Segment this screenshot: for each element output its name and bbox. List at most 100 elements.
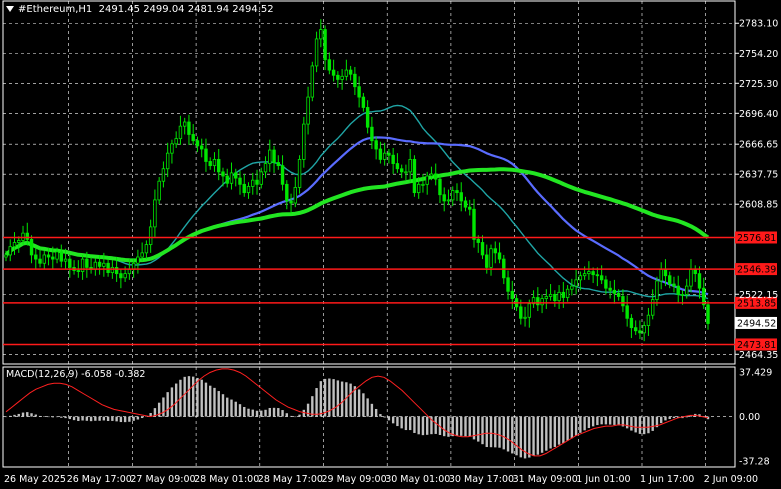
candle-body — [429, 173, 434, 177]
candle-body — [655, 280, 659, 301]
candle-body — [421, 183, 425, 186]
candle-body — [357, 86, 361, 98]
macd-histogram-bar — [532, 416, 535, 456]
candle-body — [344, 69, 349, 77]
horizontal-levels: 2576.812546.392513.852473.81 — [3, 231, 777, 351]
macd-histogram-bar — [634, 416, 637, 433]
macd-histogram-bar — [200, 379, 203, 417]
macd-histogram-bar — [613, 416, 616, 425]
candle-body — [472, 208, 476, 240]
macd-histogram-bar — [170, 387, 174, 417]
macd-histogram-bar — [298, 414, 301, 417]
candle-body — [557, 291, 561, 302]
candle-body — [612, 289, 617, 294]
candle-body — [378, 148, 383, 160]
macd-histogram-bar — [638, 416, 642, 434]
macd-histogram-bar — [183, 376, 186, 417]
macd-label: MACD(12,26,9) -6.058 -0.382 — [6, 369, 146, 380]
macd-histogram-bar — [502, 416, 505, 450]
candle-body — [259, 171, 263, 185]
candle-body — [51, 256, 55, 260]
candle-body — [148, 226, 153, 245]
price-axis-label: 2522.15 — [739, 290, 778, 301]
candle-body — [127, 269, 132, 275]
macd-histogram-bar — [277, 408, 280, 417]
macd-histogram-bar — [362, 393, 365, 417]
candle-body — [493, 248, 497, 254]
macd-histogram-bar — [485, 416, 488, 448]
macd-histogram-bar — [209, 385, 212, 417]
candle-body — [157, 180, 161, 201]
price-chart[interactable]: 2576.812546.392513.852473.81 26 May 2025… — [0, 0, 781, 489]
candle-body — [693, 269, 697, 275]
macd-histogram-bar — [468, 416, 471, 437]
macd-histogram-bar — [89, 416, 93, 422]
candle-body — [663, 269, 668, 277]
macd-histogram-bar — [370, 403, 374, 417]
macd-histogram-bar — [664, 416, 667, 421]
macd-histogram-bar — [285, 413, 288, 417]
candle-body — [242, 183, 246, 194]
macd-histogram-bar — [132, 416, 135, 421]
macd-histogram-bar — [13, 414, 16, 417]
candle-body — [348, 69, 353, 75]
macd-histogram-bar — [26, 412, 29, 417]
macd-histogram-bar — [106, 416, 110, 422]
macd-histogram-bar — [383, 416, 386, 418]
macd-histogram-bar — [21, 412, 25, 417]
macd-histogram-bar — [443, 416, 446, 437]
candle-body — [365, 107, 370, 128]
macd-histogram-bar — [123, 416, 127, 423]
candlestick-series — [4, 19, 710, 342]
macd-histogram-bar — [391, 416, 395, 424]
macd-histogram-bar — [47, 416, 50, 418]
time-axis-label: 2 Jun 09:00 — [704, 474, 758, 485]
candle-body — [540, 298, 544, 306]
candle-body — [25, 232, 29, 240]
candle-body — [438, 178, 442, 196]
candle-body — [646, 314, 651, 326]
candle-body — [633, 327, 638, 332]
macd-histogram-bar — [102, 416, 106, 421]
candle-body — [527, 303, 532, 318]
candle-body — [323, 29, 327, 61]
candle-body — [578, 275, 583, 281]
price-axis-label: 2725.30 — [739, 79, 778, 90]
candle-body — [276, 162, 280, 167]
candle-body — [178, 125, 183, 140]
candle-body — [672, 283, 676, 287]
macd-histogram-bar — [311, 396, 314, 417]
axes: 26 May 2025 26 May 17:0027 May 09:0028 Ma… — [4, 19, 778, 485]
candle-body — [289, 200, 293, 204]
macd-histogram-bar — [400, 416, 403, 429]
candle-body — [455, 190, 459, 194]
macd-histogram-bar — [213, 387, 216, 417]
candle-body — [336, 74, 340, 80]
candle-body — [285, 183, 289, 202]
candle-body — [110, 267, 115, 274]
candle-body — [76, 270, 81, 272]
macd-histogram-bar — [574, 416, 578, 436]
candle-body — [361, 96, 366, 108]
macd-histogram-bar — [226, 397, 229, 417]
candle-body — [331, 69, 336, 76]
candle-body — [144, 244, 149, 254]
macd-histogram-bar — [192, 376, 195, 417]
candle-body — [38, 258, 42, 264]
candle-body — [395, 163, 400, 170]
macd-histogram-bar — [455, 416, 459, 436]
candle-body — [416, 183, 421, 194]
macd-histogram-bar — [570, 416, 574, 439]
candle-body — [412, 159, 417, 194]
macd-histogram-bar — [608, 416, 612, 425]
macd-histogram-bar — [647, 416, 650, 434]
macd-histogram-bar — [323, 378, 327, 417]
current-price-label: 2494.52 — [737, 318, 776, 329]
macd-histogram-bar — [234, 401, 237, 417]
price-axis-label: 2696.40 — [739, 109, 778, 120]
candle-body — [272, 149, 276, 163]
candle-body — [574, 279, 578, 287]
candle-body — [34, 254, 38, 260]
macd-histogram-bar — [68, 416, 72, 420]
dropdown-triangle-icon[interactable] — [6, 6, 14, 12]
